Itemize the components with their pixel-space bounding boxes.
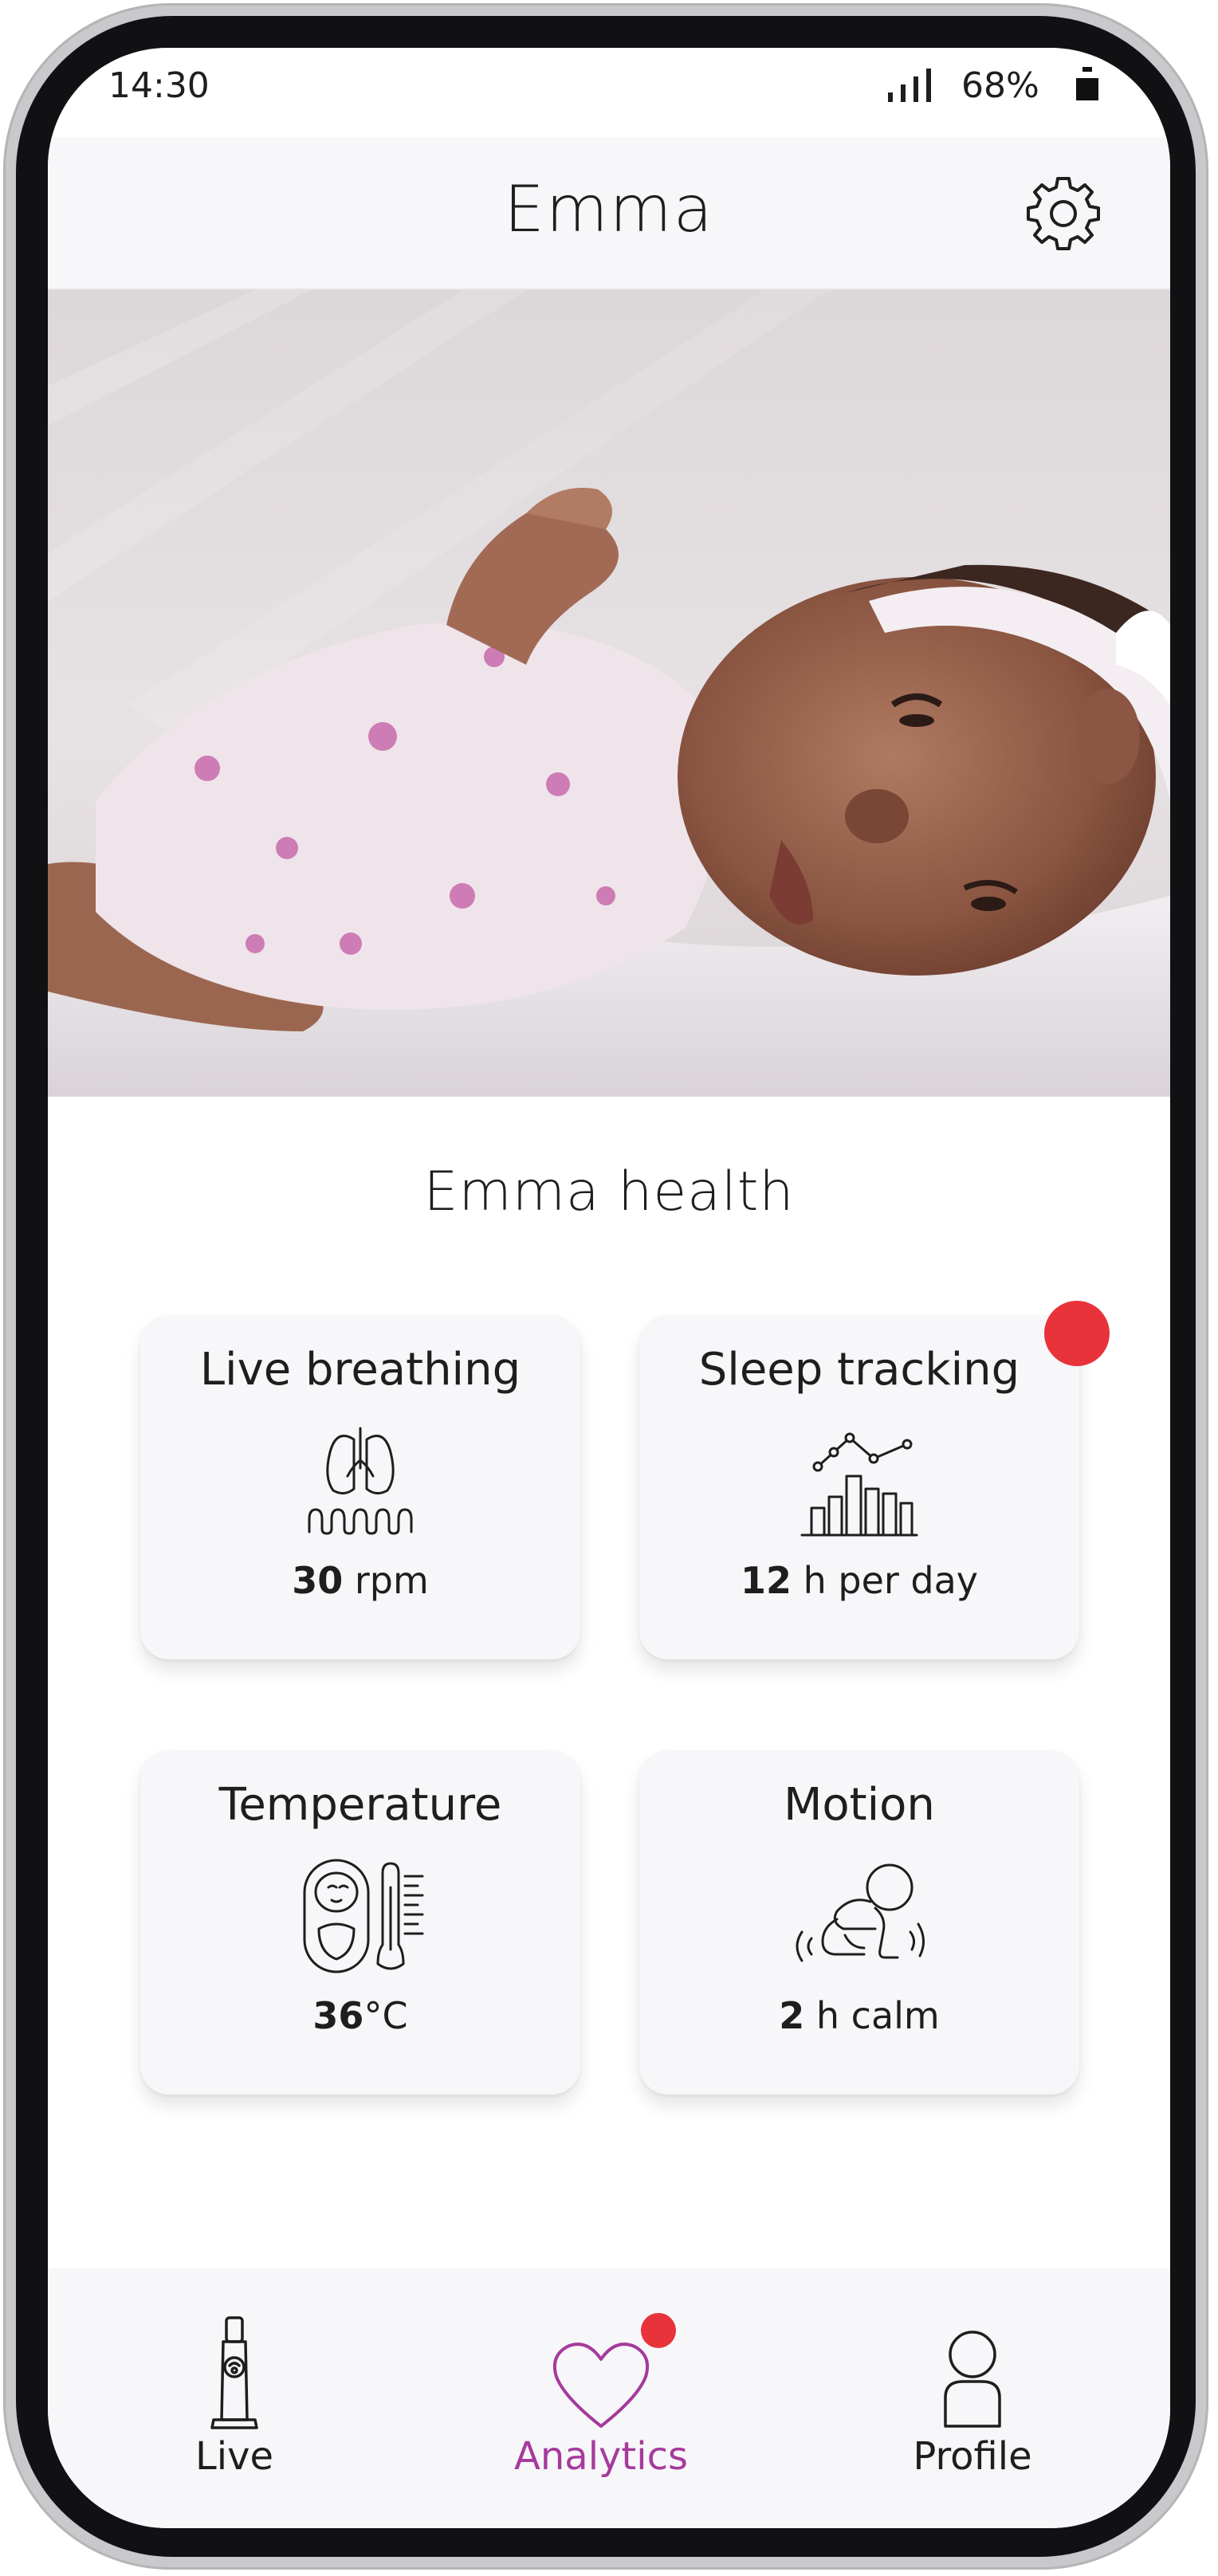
notification-badge [1044, 1301, 1110, 1366]
card-live-breathing[interactable]: Live breathing 30 rpm [140, 1315, 580, 1659]
status-bar: 14:30 68% [48, 48, 1170, 137]
value-number: 12 [740, 1559, 792, 1602]
nav-label: Profile [913, 2434, 1032, 2479]
nav-item-analytics[interactable]: Analytics [473, 2268, 729, 2528]
nav-label: Analytics [514, 2434, 688, 2479]
value-number: 30 [292, 1559, 344, 1602]
baby-photo [48, 290, 1170, 1097]
card-sleep-tracking[interactable]: Sleep tracking 12 h per day [639, 1315, 1079, 1659]
nav-item-profile[interactable]: Profile [845, 2268, 1100, 2528]
page-title: Emma [504, 172, 714, 246]
battery-icon [1076, 67, 1098, 100]
heart-icon [552, 2342, 650, 2428]
section-title: Emma health [423, 1160, 795, 1223]
card-value: 36°C [140, 1994, 580, 2037]
value-number: 2 [779, 1994, 805, 2037]
bottom-navigation: Live Analytics Profile [48, 2268, 1170, 2528]
analytics-notification-badge [641, 2313, 676, 2348]
value-number: 36 [312, 1994, 364, 2037]
settings-gear-icon[interactable] [1022, 172, 1105, 255]
app-screen: 14:30 68% Emma Emma health Live breathin… [48, 48, 1170, 2528]
card-value: 2 h calm [639, 1994, 1079, 2037]
sleep-chart-icon [800, 1432, 918, 1537]
card-title: Sleep tracking [698, 1344, 1020, 1396]
value-unit: rpm [343, 1559, 429, 1602]
baby-monitor-icon [210, 2316, 258, 2429]
value-unit: °C [363, 1994, 408, 2037]
battery-percentage: 68% [961, 65, 1039, 106]
thermometer-baby-icon [303, 1859, 424, 1973]
card-title: Motion [784, 1779, 935, 1831]
status-time: 14:30 [108, 65, 210, 106]
card-temperature[interactable]: Temperature 36°C [140, 1750, 580, 2095]
card-value: 12 h per day [639, 1559, 1079, 1602]
card-motion[interactable]: Motion 2 h calm [639, 1750, 1079, 2095]
lungs-icon [308, 1427, 413, 1535]
signal-icon [888, 69, 931, 102]
person-icon [944, 2331, 1001, 2428]
value-unit: h calm [804, 1994, 940, 2037]
app-header: Emma [48, 137, 1170, 290]
nav-item-live[interactable]: Live [107, 2268, 362, 2528]
crawling-baby-icon [796, 1863, 925, 1962]
card-title: Live breathing [199, 1344, 521, 1396]
value-unit: h per day [791, 1559, 979, 1602]
card-value: 30 rpm [140, 1559, 580, 1602]
nav-label: Live [194, 2434, 273, 2479]
card-title: Temperature [218, 1779, 502, 1831]
